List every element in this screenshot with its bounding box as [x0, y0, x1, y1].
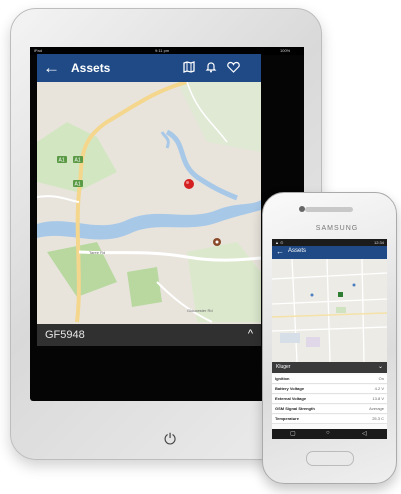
app-header: ← Assets	[37, 54, 261, 82]
phone-page-title: Assets	[288, 248, 307, 254]
phone-home-button[interactable]	[306, 451, 354, 466]
speaker-grille	[305, 207, 353, 212]
asset-id-label: GF5948	[45, 329, 85, 341]
phone-status-icons: ▲ ⊙	[275, 240, 284, 245]
info-row-gsm-signal: GSM Signal Strength Average	[272, 405, 387, 414]
road-shield-a1-top: A1	[57, 156, 67, 164]
info-row-temperature: Temperature 25.3 C	[272, 415, 387, 424]
phone-app-header: ← Assets	[272, 246, 387, 259]
info-row-battery-voltage: Battery Voltage 4.2 V	[272, 385, 387, 394]
svg-text:A1: A1	[75, 182, 81, 188]
map-view[interactable]: A1 A1 A1 Taree Rd Gloucester Rd	[37, 82, 261, 324]
road-label-taree: Taree Rd	[89, 250, 105, 255]
svg-text:A1: A1	[59, 158, 65, 164]
asset-pin-icon[interactable]	[184, 179, 194, 189]
asset-footer-bar[interactable]: GF5948 ^	[37, 324, 261, 346]
asset-marker-icon[interactable]	[338, 292, 343, 297]
back-nav-icon[interactable]: ◁	[362, 430, 367, 437]
page-title: Assets	[71, 61, 111, 75]
status-device-label: iPad	[34, 48, 43, 53]
status-battery: 100%	[280, 48, 291, 53]
heart-icon[interactable]	[227, 61, 240, 76]
home-icon[interactable]: ○	[326, 430, 330, 436]
power-icon[interactable]: ⏻	[159, 429, 181, 451]
info-row-external-voltage: External Voltage 13.8 V	[272, 395, 387, 404]
phone-screen: ▲ ⊙ 12:34 ← Assets Kluger ⌄ Ignition On …	[272, 239, 387, 439]
road-shield-a1-mid: A1	[73, 156, 83, 164]
phone-device: SAMSUNG ▲ ⊙ 12:34 ← Assets Kluger ⌄ Igni…	[262, 192, 397, 484]
road-shield-a1-bottom: A1	[73, 180, 83, 188]
assets-app-window: ← Assets A1 A1 A1 Taree Rd Gloucester Rd…	[37, 54, 261, 346]
chevron-up-icon[interactable]: ^	[248, 328, 253, 340]
asset-sheet-header[interactable]: Kluger ⌄	[272, 362, 387, 373]
road-label-gloucester: Gloucester Rd	[187, 308, 213, 313]
poi-icon[interactable]	[213, 238, 221, 246]
phone-status-time: 12:34	[373, 240, 384, 245]
chevron-down-icon[interactable]: ⌄	[378, 363, 383, 370]
bell-icon[interactable]	[205, 61, 217, 76]
info-row-ignition: Ignition On	[272, 375, 387, 384]
asset-sheet-title: Kluger	[276, 364, 291, 370]
android-nav-bar: ▢ ○ ◁	[272, 429, 387, 439]
svg-text:A1: A1	[75, 158, 81, 164]
status-time: 9:11 pm	[155, 48, 170, 53]
recent-apps-icon[interactable]: ▢	[290, 430, 296, 437]
phone-map-view[interactable]	[272, 259, 387, 362]
phone-status-bar: ▲ ⊙ 12:34	[272, 239, 387, 246]
back-arrow-icon[interactable]: ←	[276, 247, 284, 257]
back-arrow-icon[interactable]: ←	[43, 58, 60, 78]
phone-brand-label: SAMSUNG	[315, 225, 359, 232]
map-icon[interactable]	[183, 61, 195, 76]
